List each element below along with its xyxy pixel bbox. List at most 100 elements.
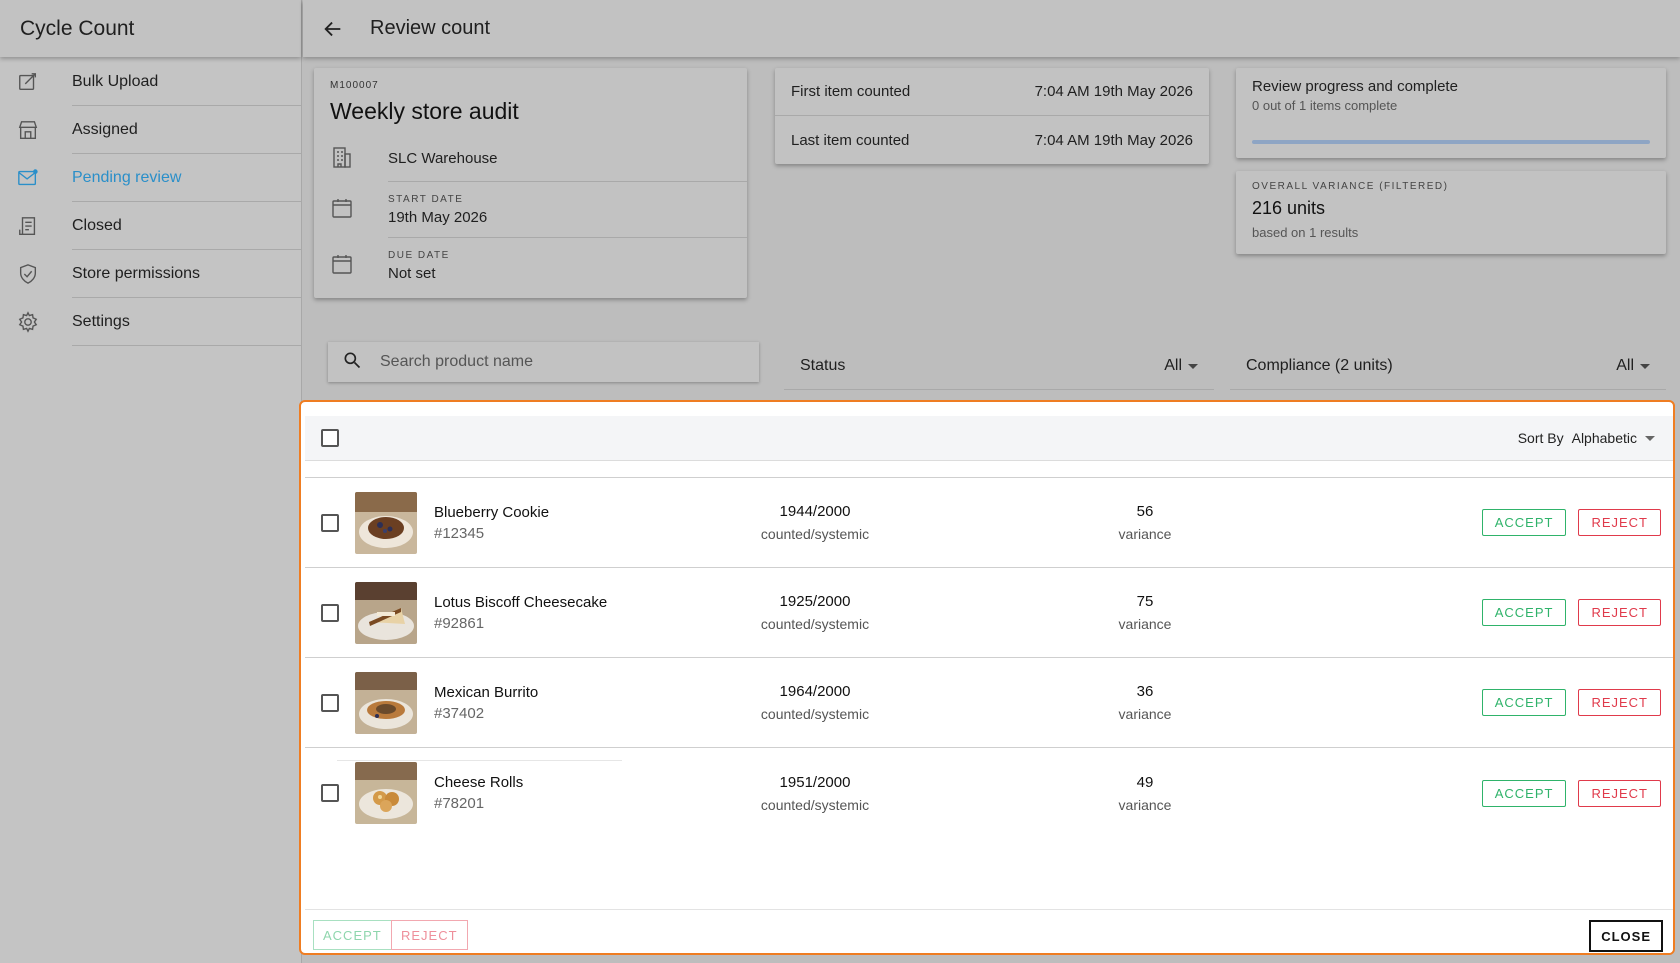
- receipt-icon: [0, 215, 72, 237]
- counted-label: counted/systemic: [760, 796, 870, 813]
- variance-value: 56: [1136, 503, 1154, 520]
- sidebar-item-closed[interactable]: Closed: [0, 202, 301, 250]
- bulk-accept-button[interactable]: ACCEPT: [313, 920, 392, 950]
- counted-value: 1944/2000: [779, 503, 851, 520]
- chevron-down-icon: [1640, 363, 1650, 369]
- variance-value: 75: [1136, 593, 1154, 610]
- arrow-left-icon[interactable]: [308, 18, 358, 40]
- top-bar: Review count: [303, 0, 1680, 57]
- variance-card: OVERALL VARIANCE (FILTERED) 216 units ba…: [1236, 171, 1666, 254]
- search-box: [328, 342, 759, 382]
- sidebar-item-label: Store permissions: [72, 250, 301, 298]
- start-date-row: START DATE 19th May 2026: [330, 182, 747, 238]
- row-checkbox[interactable]: [321, 784, 339, 802]
- counted-label: counted/systemic: [760, 706, 870, 722]
- building-icon: [330, 145, 388, 174]
- product-sku: #37402: [434, 704, 485, 722]
- table-row: Cheese Rolls #78201 1951/2000 counted/sy…: [305, 748, 1673, 838]
- calendar-icon: [330, 252, 388, 281]
- first-item-label: First item counted: [791, 83, 911, 100]
- accept-button[interactable]: ACCEPT: [1481, 689, 1567, 716]
- gear-icon: [0, 311, 72, 333]
- product-sku: #78201: [434, 795, 485, 812]
- first-item-row: First item counted 7:04 AM 19th May 2026: [775, 68, 1209, 116]
- start-date-label: START DATE: [388, 193, 464, 205]
- reject-button[interactable]: REJECT: [1578, 599, 1661, 626]
- last-item-row: Last item counted 7:04 AM 19th May 2026: [775, 116, 1209, 164]
- variance-label: variance: [1118, 526, 1172, 542]
- sidebar-item-label: Closed: [72, 202, 301, 250]
- variance-label: variance: [1118, 706, 1172, 722]
- product-thumbnail: [355, 491, 417, 554]
- reject-button[interactable]: REJECT: [1578, 779, 1661, 807]
- shield-icon: [0, 263, 72, 285]
- variance-value: 216 units: [1252, 198, 1326, 218]
- audit-code: M100007: [330, 80, 379, 91]
- accept-button[interactable]: ACCEPT: [1481, 599, 1567, 626]
- reject-button[interactable]: REJECT: [1578, 509, 1661, 536]
- accept-button[interactable]: ACCEPT: [1481, 509, 1567, 536]
- status-filter-value: All: [1164, 357, 1182, 374]
- product-list: Blueberry Cookie #12345 1944/2000 counte…: [305, 478, 1673, 838]
- audit-card: M100007 Weekly store audit SLC Warehouse…: [314, 68, 747, 298]
- search-icon: [342, 350, 362, 375]
- product-sku: #92861: [434, 614, 485, 632]
- reject-button[interactable]: REJECT: [1578, 689, 1661, 716]
- sidebar-item-label: Pending review: [72, 154, 301, 202]
- status-filter-label: Status: [800, 357, 846, 374]
- compliance-filter-value: All: [1616, 357, 1634, 374]
- location-row: SLC Warehouse: [330, 136, 747, 182]
- sidebar-nav: Bulk Upload Assigned Pending review Clos…: [0, 58, 301, 346]
- divider: [337, 760, 622, 761]
- bulk-reject-button[interactable]: REJECT: [391, 920, 468, 950]
- variance-label: OVERALL VARIANCE (FILTERED): [1252, 181, 1449, 192]
- location-value: SLC Warehouse: [388, 150, 498, 167]
- variance-subtitle: based on 1 results: [1252, 225, 1359, 240]
- table-header: Sort By Alphabetic: [305, 416, 1673, 461]
- sort-dropdown[interactable]: Sort By Alphabetic: [1518, 430, 1655, 446]
- row-checkbox[interactable]: [321, 513, 339, 532]
- select-all-checkbox[interactable]: [321, 429, 339, 447]
- row-checkbox[interactable]: [321, 693, 339, 712]
- sort-label: Sort By: [1517, 430, 1564, 446]
- sidebar-item-label: Assigned: [72, 106, 301, 154]
- product-thumbnail: [355, 762, 417, 824]
- calendar-icon: [330, 196, 388, 225]
- accept-button[interactable]: ACCEPT: [1481, 779, 1567, 807]
- chevron-down-icon: [1645, 435, 1655, 441]
- product-thumbnail: [355, 581, 417, 644]
- sidebar-item-pending-review[interactable]: Pending review: [0, 154, 301, 202]
- review-panel: Sort By Alphabetic Blueberry Cookie #123…: [299, 400, 1675, 955]
- variance-value: 36: [1136, 683, 1154, 700]
- counted-label: counted/systemic: [760, 526, 870, 542]
- counted-value: 1925/2000: [779, 593, 851, 610]
- close-button[interactable]: CLOSE: [1589, 920, 1663, 952]
- sidebar-item-settings[interactable]: Settings: [0, 298, 301, 346]
- timing-card: First item counted 7:04 AM 19th May 2026…: [775, 68, 1209, 164]
- row-checkbox[interactable]: [321, 603, 339, 622]
- sidebar-item-label: Settings: [72, 298, 301, 346]
- product-thumbnail: [355, 671, 417, 734]
- compliance-filter[interactable]: Compliance (2 units) All: [1230, 343, 1666, 390]
- sidebar-item-label: Bulk Upload: [72, 58, 301, 106]
- variance-value: 49: [1136, 773, 1154, 791]
- product-sku: #12345: [434, 524, 485, 542]
- table-row: Mexican Burrito #37402 1964/2000 counted…: [305, 658, 1673, 748]
- due-date-label: DUE DATE: [388, 250, 450, 261]
- sidebar-item-store-permissions[interactable]: Store permissions: [0, 250, 301, 298]
- last-item-label: Last item counted: [791, 131, 910, 149]
- sidebar: Cycle Count Bulk Upload Assigned Pending…: [0, 0, 302, 963]
- edit-icon: [0, 71, 72, 93]
- app-title: Cycle Count: [0, 0, 301, 57]
- compliance-filter-label: Compliance (2 units): [1246, 357, 1393, 374]
- sidebar-item-bulk-upload[interactable]: Bulk Upload: [0, 58, 301, 106]
- sort-value: Alphabetic: [1571, 430, 1637, 446]
- product-name: Mexican Burrito: [434, 683, 539, 701]
- search-input[interactable]: [380, 353, 740, 371]
- store-icon: [0, 119, 72, 141]
- product-name: Lotus Biscoff Cheesecake: [434, 593, 608, 611]
- status-filter[interactable]: Status All: [784, 343, 1214, 390]
- last-item-value: 7:04 AM 19th May 2026: [1034, 131, 1193, 149]
- sidebar-item-assigned[interactable]: Assigned: [0, 106, 301, 154]
- counted-value: 1951/2000: [779, 773, 851, 791]
